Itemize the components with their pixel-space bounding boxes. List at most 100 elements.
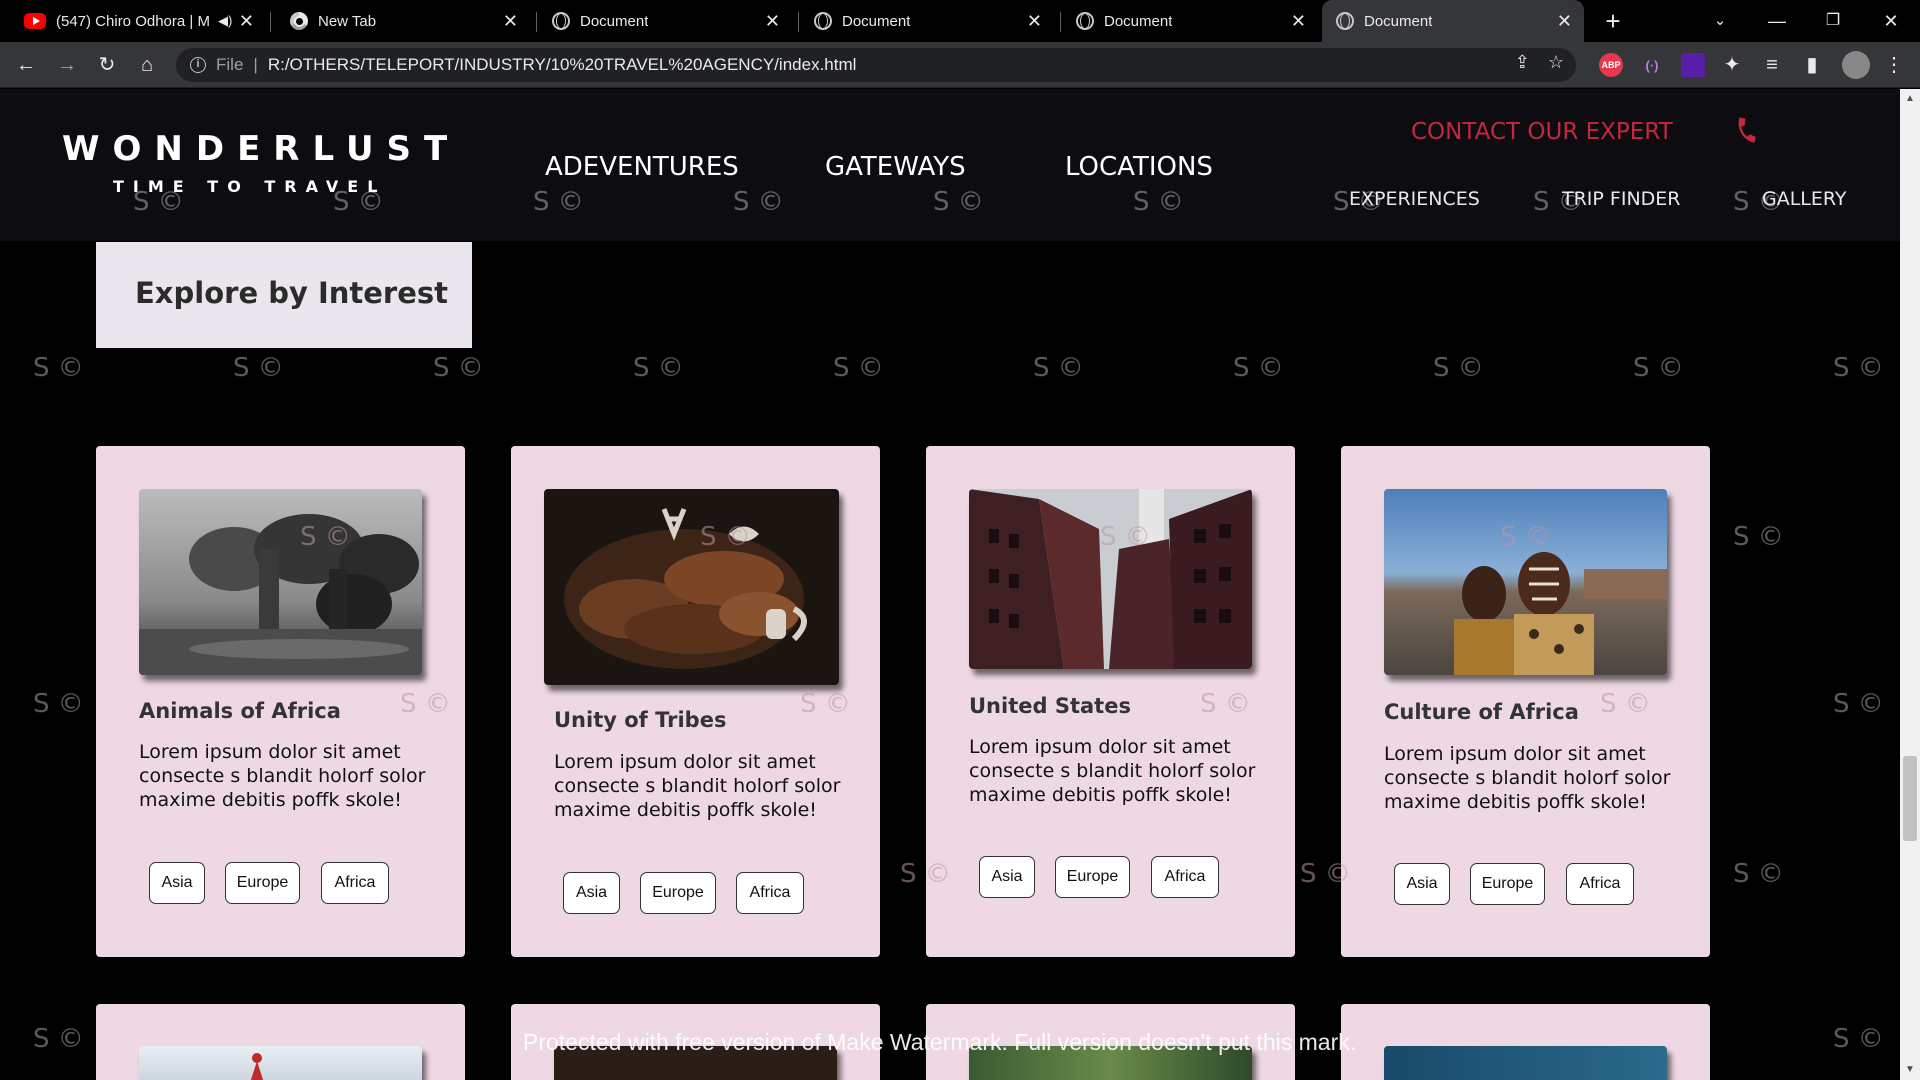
tag-africa[interactable]: Africa [321, 862, 389, 904]
profile-avatar[interactable] [1842, 51, 1870, 79]
card-image-hands[interactable] [544, 489, 839, 685]
nav-experiences[interactable]: EXPERIENCES [1349, 188, 1480, 210]
menu-kebab-icon[interactable]: ⋮ [1880, 51, 1908, 79]
interest-card-tribes[interactable]: Unity of Tribes Lorem ipsum dolor sit am… [511, 446, 880, 957]
restore-button[interactable]: ❐ [1818, 6, 1848, 36]
interest-card-animals[interactable]: Animals of Africa Lorem ipsum dolor sit … [96, 446, 465, 957]
tab-title: Document [580, 12, 649, 30]
tag-europe[interactable]: Europe [640, 872, 716, 914]
nav-trip-finder[interactable]: TRIP FINDER [1562, 188, 1681, 210]
tab-document-active[interactable]: Document ✕ [1322, 0, 1584, 42]
extensions-puzzle-icon[interactable]: ✦ [1718, 51, 1746, 79]
back-arrow-icon[interactable]: ← [12, 51, 40, 79]
nav-gallery[interactable]: GALLERY [1762, 188, 1847, 210]
close-tab-icon[interactable]: ✕ [1027, 11, 1042, 31]
tab-search-icon[interactable]: ⌄ [1705, 6, 1735, 36]
extension-label: (·) [1645, 57, 1659, 73]
extension-label: ABP [1601, 60, 1621, 70]
url-text[interactable]: R:/OTHERS/TELEPORT/INDUSTRY/10%20TRAVEL%… [268, 55, 857, 75]
close-tab-icon[interactable]: ✕ [765, 11, 780, 31]
watermark-mark: S © [833, 353, 884, 383]
page-scrollbar[interactable]: ▲ ▼ [1900, 89, 1920, 1080]
adblock-icon[interactable]: ABP [1599, 53, 1623, 77]
tab-document-3[interactable]: Document ✕ [1062, 0, 1318, 42]
globe-icon [814, 12, 832, 30]
tab-separator [798, 12, 799, 32]
tab-youtube[interactable]: (547) Chiro Odhora | M ◀) ✕ [10, 0, 266, 42]
section-title: Explore by Interest [135, 276, 449, 310]
watermark-mark: S © [1233, 353, 1284, 383]
card-image[interactable] [1384, 1046, 1667, 1080]
tab-document-1[interactable]: Document ✕ [538, 0, 792, 42]
tab-document-2[interactable]: Document ✕ [800, 0, 1054, 42]
reload-icon[interactable]: ↻ [93, 51, 121, 79]
close-tab-icon[interactable]: ✕ [1557, 11, 1572, 31]
nav-locations[interactable]: LOCATIONS [1065, 152, 1213, 182]
tag-africa[interactable]: Africa [1566, 863, 1634, 905]
card-image-painted-faces[interactable] [1384, 489, 1667, 675]
interest-card-row2-1[interactable] [96, 1004, 465, 1080]
radio-extension-icon[interactable]: (·) [1640, 53, 1664, 77]
forward-arrow-icon[interactable]: → [53, 51, 81, 79]
nav-adventures[interactable]: ADEVENTURES [545, 152, 739, 182]
site-logo[interactable]: WONDERLUST [62, 129, 460, 169]
address-bar[interactable]: i File | R:/OTHERS/TELEPORT/INDUSTRY/10%… [176, 48, 1576, 82]
card-title: Animals of Africa [139, 699, 341, 723]
card-image-city[interactable] [969, 489, 1252, 669]
watermark-mark: S © [1033, 353, 1084, 383]
new-tab-button[interactable]: + [1598, 6, 1628, 36]
close-tab-icon[interactable]: ✕ [1291, 11, 1306, 31]
tab-new-tab[interactable]: New Tab ✕ [276, 0, 530, 42]
side-panel-icon[interactable]: ▮ [1798, 51, 1826, 79]
share-icon[interactable]: ⇪ [1515, 52, 1530, 73]
tag-asia[interactable]: Asia [1394, 863, 1450, 905]
tag-europe[interactable]: Europe [1470, 863, 1545, 905]
tag-europe[interactable]: Europe [225, 862, 300, 904]
watermark-mark: S © [1833, 353, 1884, 383]
speaker-icon[interactable]: ◀) [218, 13, 232, 29]
contact-expert-link[interactable]: CONTACT OUR EXPERT [1411, 119, 1673, 145]
watermark-mark: S © [433, 353, 484, 383]
watermark-mark: S © [33, 689, 84, 719]
scrollbar-thumb[interactable] [1903, 756, 1917, 841]
minimize-button[interactable]: — [1762, 6, 1792, 36]
tab-title: New Tab [318, 12, 377, 30]
browser-toolbar: ← → ↻ ⌂ i File | R:/OTHERS/TELEPORT/INDU… [0, 42, 1920, 88]
tag-asia[interactable]: Asia [563, 872, 620, 914]
interest-card-united-states[interactable]: United States Lorem ipsum dolor sit amet… [926, 446, 1295, 957]
card-image-elephants[interactable] [139, 489, 422, 675]
tab-separator [536, 12, 537, 32]
url-scheme: File [216, 55, 244, 74]
tag-europe[interactable]: Europe [1055, 856, 1130, 898]
bookmark-star-icon[interactable]: ☆ [1548, 52, 1564, 73]
purple-extension-icon[interactable] [1681, 53, 1705, 77]
globe-icon [1336, 12, 1354, 30]
omnibox-actions: ⇪ ☆ [1515, 52, 1564, 73]
reading-list-icon[interactable]: ≡ [1758, 51, 1786, 79]
interest-card-row2-4[interactable] [1341, 1004, 1710, 1080]
phone-icon[interactable] [1733, 116, 1761, 144]
close-tab-icon[interactable]: ✕ [239, 11, 254, 31]
scroll-down-arrow-icon[interactable]: ▼ [1900, 1062, 1920, 1078]
card-description: Lorem ipsum dolor sit amet consecte s bl… [554, 751, 841, 821]
tab-strip: (547) Chiro Odhora | M ◀) ✕ New Tab ✕ Do… [0, 0, 1920, 42]
site-info-icon[interactable]: i [190, 57, 206, 73]
tag-asia[interactable]: Asia [979, 856, 1035, 898]
card-title: Culture of Africa [1384, 700, 1579, 724]
tab-title: Document [842, 12, 911, 30]
card-image[interactable] [139, 1046, 422, 1080]
home-icon[interactable]: ⌂ [133, 51, 161, 79]
tab-separator [1060, 12, 1061, 32]
interest-card-culture[interactable]: Culture of Africa Lorem ipsum dolor sit … [1341, 446, 1710, 957]
screen: (547) Chiro Odhora | M ◀) ✕ New Tab ✕ Do… [0, 0, 1920, 1080]
watermark-banner: Protected with free version of Make Wate… [523, 1029, 1357, 1055]
site-tagline: TIME TO TRAVEL [113, 177, 387, 196]
scroll-up-arrow-icon[interactable]: ▲ [1900, 91, 1920, 107]
window-close-button[interactable]: ✕ [1876, 6, 1906, 36]
watermark-mark: S © [1633, 353, 1684, 383]
tag-asia[interactable]: Asia [149, 862, 205, 904]
close-tab-icon[interactable]: ✕ [503, 11, 518, 31]
nav-gateways[interactable]: GATEWAYS [825, 152, 966, 182]
tag-africa[interactable]: Africa [1151, 856, 1219, 898]
tag-africa[interactable]: Africa [736, 872, 804, 914]
